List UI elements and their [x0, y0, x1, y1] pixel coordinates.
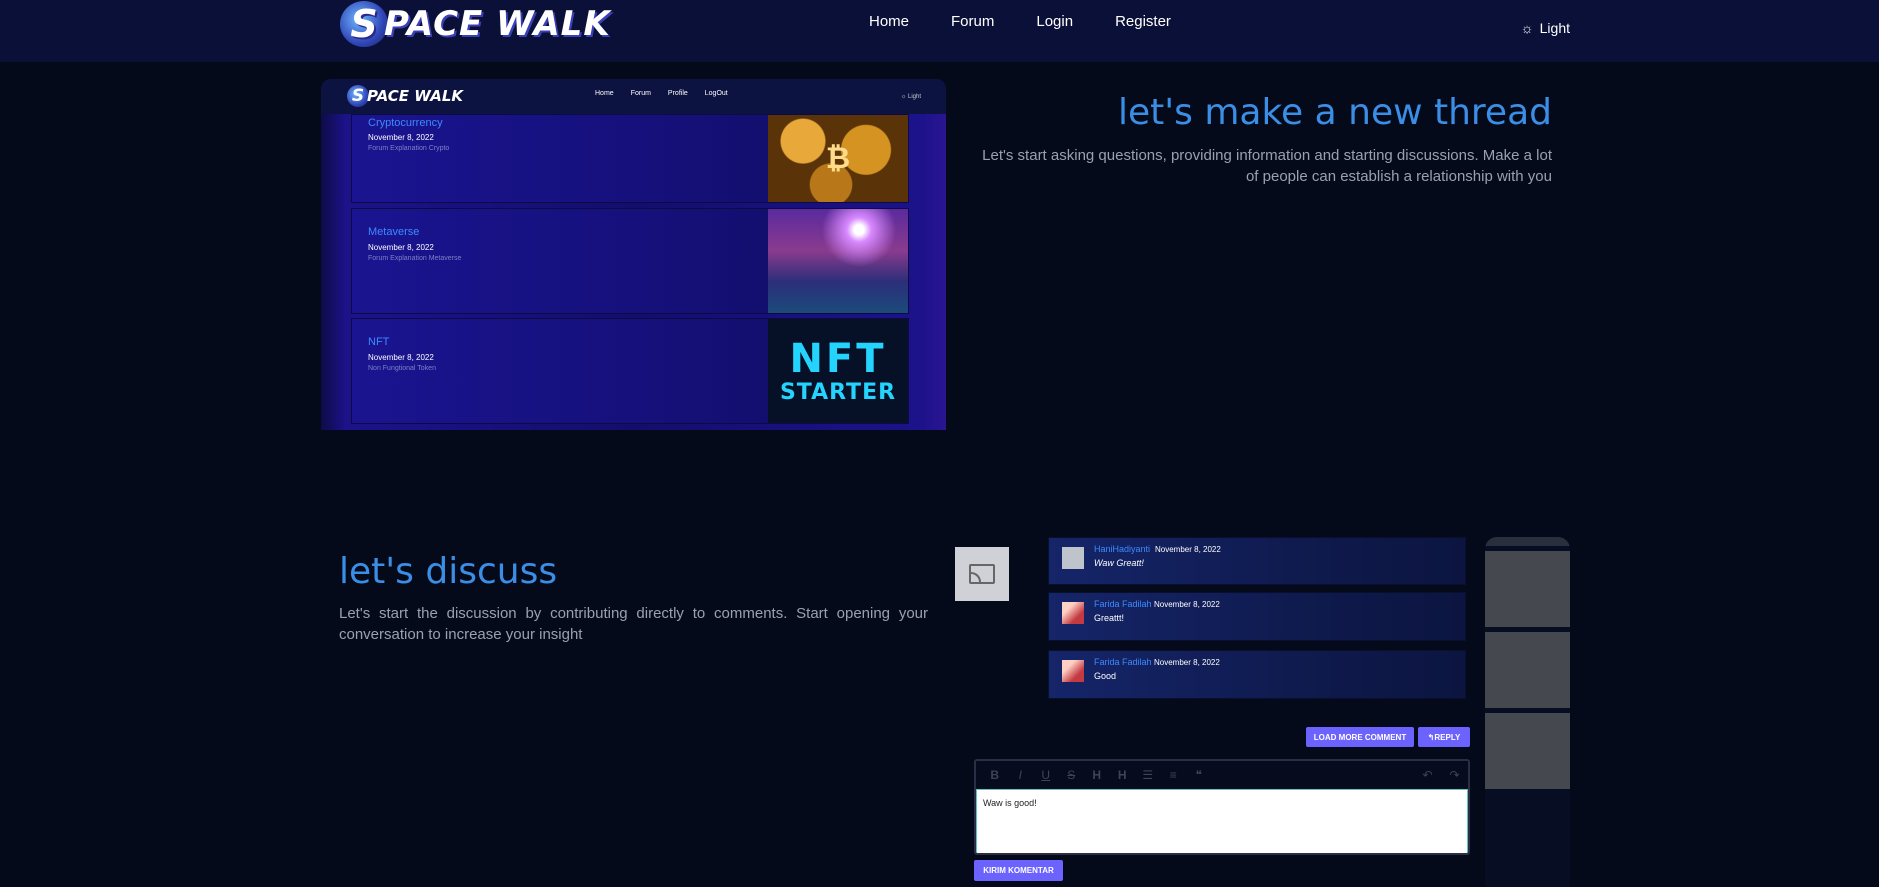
nav-links: Home Forum Login Register: [869, 13, 1213, 30]
underline-icon[interactable]: U: [1033, 768, 1059, 782]
screenshot-logo: S PACE WALK: [347, 85, 463, 107]
nav-link-home[interactable]: Home: [869, 13, 909, 30]
logo-text: PACE WALK: [384, 4, 611, 44]
thread-list-screenshot: S PACE WALK Home Forum Profile LogOut ☼ …: [321, 79, 946, 430]
screenshot-nav-forum: Forum: [630, 90, 651, 97]
comment-editor: B I U S H H ☰ ≡ ❝ ↶ ↷ Waw is good!: [974, 759, 1470, 855]
screenshot-theme-toggle: ☼ Light: [900, 94, 921, 100]
nft-image-line2: STARTER: [779, 379, 897, 405]
theme-toggle-label: Light: [1539, 20, 1570, 36]
crypto-coins-image: ₿: [768, 115, 908, 202]
side-panel: [1485, 537, 1570, 887]
comment-date: November 8, 2022: [1154, 600, 1220, 609]
placeholder-block: [1485, 551, 1570, 627]
strikethrough-icon[interactable]: S: [1059, 768, 1085, 782]
nav-link-register[interactable]: Register: [1115, 13, 1171, 30]
section1-description: Let's start asking questions, providing …: [982, 147, 1552, 185]
avatar: [1062, 547, 1084, 569]
nft-image-line1: NFT: [789, 335, 887, 382]
editor-toolbar: B I U S H H ☰ ≡ ❝ ↶ ↷: [976, 761, 1468, 789]
section1-title: let's make a new thread: [1117, 92, 1552, 133]
comment-input[interactable]: Waw is good!: [976, 789, 1468, 853]
metaverse-image: [768, 209, 908, 313]
thread-card: Cryptocurrency November 8, 2022 Forum Ex…: [351, 114, 909, 203]
italic-icon[interactable]: I: [1008, 768, 1034, 782]
screenshot-logo-text: PACE WALK: [367, 87, 464, 105]
section2-description: Let's start the discussion by contributi…: [339, 605, 928, 643]
submit-comment-button[interactable]: KIRIM KOMENTAR: [974, 860, 1063, 881]
comment-item: Farida Fadilah November 8, 2022 Good: [1048, 650, 1466, 699]
comment-body: Good: [1094, 671, 1117, 681]
quote-icon[interactable]: ❝: [1186, 768, 1212, 782]
heading1-icon[interactable]: H: [1084, 768, 1110, 782]
thread-date: November 8, 2022: [368, 243, 434, 252]
screenshot-logo-icon: S: [347, 85, 369, 107]
heading2-icon[interactable]: H: [1110, 768, 1136, 782]
comment-author: Farida Fadilah: [1094, 599, 1152, 609]
comment-author: Farida Fadilah: [1094, 657, 1152, 667]
sun-icon: ☼: [1520, 20, 1534, 36]
nft-starter-image: NFT STARTER: [768, 319, 908, 423]
comment-date: November 8, 2022: [1154, 658, 1220, 667]
thread-date: November 8, 2022: [368, 133, 434, 142]
screenshot-nav-profile: Profile: [667, 90, 688, 97]
numbered-list-icon[interactable]: ≡: [1161, 768, 1187, 782]
screenshot-navbar: S PACE WALK Home Forum Profile LogOut ☼ …: [321, 79, 946, 114]
cast-button[interactable]: [955, 547, 1009, 601]
comment-body: Waw Greatt!: [1094, 558, 1144, 568]
thread-date: November 8, 2022: [368, 353, 434, 362]
thread-title: Cryptocurrency: [368, 117, 443, 129]
screenshot-nav-logout: LogOut: [704, 90, 728, 97]
thread-desc: Forum Explanation Crypto: [368, 145, 450, 152]
thread-title: Metaverse: [368, 226, 420, 238]
comment-item: Farida Fadilah November 8, 2022 Greattt!: [1048, 592, 1466, 641]
avatar: [1062, 602, 1084, 624]
nav-link-forum[interactable]: Forum: [951, 13, 994, 30]
avatar: [1062, 660, 1084, 682]
thread-desc: Forum Explanation Metaverse: [368, 255, 462, 262]
thread-card: NFT November 8, 2022 Non Fungtional Toke…: [351, 318, 909, 424]
thread-desc: Non Fungtional Token: [368, 365, 436, 372]
theme-toggle[interactable]: ☼ Light: [1521, 20, 1570, 36]
logo[interactable]: S PACE WALK: [340, 0, 611, 48]
section2-title: let's discuss: [339, 551, 558, 592]
thread-card: Metaverse November 8, 2022 Forum Explana…: [351, 208, 909, 314]
navbar: S PACE WALK Home Forum Login Register ☼ …: [0, 0, 1879, 62]
screenshot-thread-area: Cryptocurrency November 8, 2022 Forum Ex…: [321, 114, 946, 430]
bold-icon[interactable]: B: [982, 768, 1008, 782]
redo-icon[interactable]: ↷: [1441, 768, 1468, 782]
comment-date: November 8, 2022: [1155, 545, 1221, 554]
reply-button[interactable]: ↰REPLY: [1418, 727, 1470, 747]
comment-body: Greattt!: [1094, 613, 1125, 623]
screenshot-nav-home: Home: [595, 90, 614, 97]
comment-author: HaniHadiyanti: [1094, 544, 1151, 554]
thread-title: NFT: [368, 336, 390, 348]
placeholder-block: [1485, 713, 1570, 789]
logo-icon: S: [340, 1, 388, 47]
placeholder-block: [1485, 632, 1570, 708]
bullet-list-icon[interactable]: ☰: [1135, 768, 1161, 782]
load-more-comment-button[interactable]: LOAD MORE COMMENT: [1306, 727, 1414, 747]
nav-link-login[interactable]: Login: [1036, 13, 1073, 30]
screenshot-nav-links: Home Forum Profile LogOut: [595, 90, 745, 97]
undo-icon[interactable]: ↶: [1414, 768, 1441, 782]
cast-icon: [969, 564, 995, 584]
side-panel-header: [1485, 537, 1570, 546]
comment-item: HaniHadiyanti November 8, 2022 Waw Great…: [1048, 537, 1466, 585]
